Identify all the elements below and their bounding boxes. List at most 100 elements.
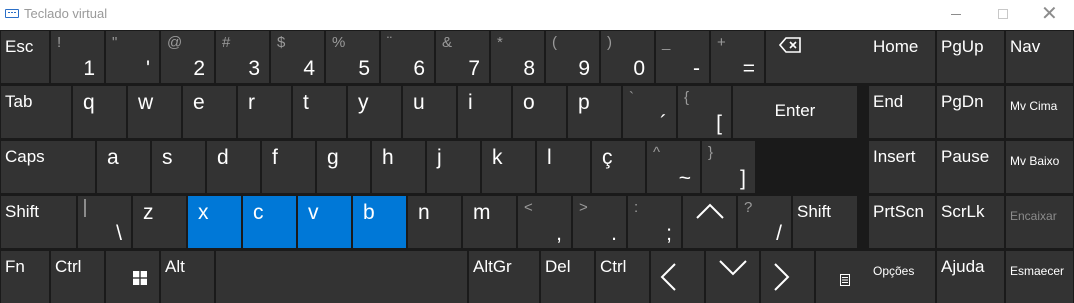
key-m[interactable]: m [463, 196, 516, 248]
key-u[interactable]: u [403, 86, 456, 138]
key-g[interactable]: g [317, 141, 370, 193]
close-button[interactable]: ✕ [1026, 0, 1072, 30]
key-altgr[interactable]: AltGr [469, 251, 539, 303]
key-label: a [107, 146, 119, 169]
key-esc[interactable]: Esc [1, 31, 49, 83]
key-tab[interactable]: Tab [1, 86, 71, 138]
backspace-icon [778, 37, 801, 58]
key-1[interactable]: ! 1 [51, 31, 104, 83]
key-ctrl[interactable]: Ctrl [51, 251, 104, 303]
key-semicolon[interactable]: :; [628, 196, 681, 248]
key-0[interactable]: ) 0 [601, 31, 654, 83]
key-enter[interactable]: Enter [733, 86, 857, 138]
minimize-button[interactable] [934, 0, 980, 30]
key-2[interactable]: @2 [161, 31, 214, 83]
key-f[interactable]: f [262, 141, 315, 193]
key-label: Ctrl [600, 257, 627, 276]
key-5[interactable]: % 5 [326, 31, 379, 83]
key-c[interactable]: c [243, 196, 296, 248]
key-6[interactable]: ¨ 6 [381, 31, 434, 83]
key-shift-label: { [684, 89, 690, 106]
key-quote[interactable]: " ' [106, 31, 159, 83]
key-space[interactable] [216, 251, 467, 303]
key-ajuda[interactable]: Ajuda [937, 251, 1004, 303]
key-p[interactable]: p [568, 86, 621, 138]
key-down[interactable] [706, 251, 759, 303]
key-backspace[interactable] [766, 31, 869, 83]
key-shift-bar [84, 199, 86, 217]
key-i[interactable]: i [458, 86, 511, 138]
key-r[interactable]: r [238, 86, 291, 138]
key-shift-label: @ [167, 34, 183, 51]
key-bracketleft[interactable]: {[ [678, 86, 731, 138]
key-main-label: 7 [468, 57, 480, 80]
key-y[interactable]: y [348, 86, 401, 138]
key-mvcima[interactable]: Mv Cima [1006, 86, 1073, 138]
key-nav[interactable]: Nav [1006, 31, 1073, 83]
key-o[interactable]: o [513, 86, 566, 138]
key-slash[interactable]: ? / [738, 196, 791, 248]
key-fn[interactable]: Fn [1, 251, 49, 303]
key-backslash[interactable]: |\ [78, 196, 131, 248]
key-period[interactable]: >. [573, 196, 626, 248]
maximize-button[interactable] [980, 0, 1026, 30]
key-h[interactable]: h [372, 141, 425, 193]
key-home[interactable]: Home [869, 31, 935, 83]
windows-logo-icon [133, 271, 147, 290]
key-b[interactable]: b [353, 196, 406, 248]
key-insert[interactable]: Insert [869, 141, 935, 193]
key-mvbaixo[interactable]: Mv Baixo [1006, 141, 1073, 193]
key-tilde[interactable]: ^ ~ [647, 141, 700, 193]
key-l[interactable]: l [537, 141, 590, 193]
key-left[interactable] [651, 251, 704, 303]
key-t[interactable]: t [293, 86, 346, 138]
key-equals[interactable]: + = [711, 31, 764, 83]
key-shift-label: : [634, 199, 639, 216]
key-label: PrtScn [873, 202, 925, 221]
key-z[interactable]: z [133, 196, 186, 248]
key-x[interactable]: x [188, 196, 241, 248]
key-esmaecer[interactable]: Esmaecer [1006, 251, 1073, 303]
key-w[interactable]: w [128, 86, 181, 138]
key-up[interactable] [683, 196, 736, 248]
key-d[interactable]: d [207, 141, 260, 193]
key-opcoes[interactable]: Opções [869, 251, 935, 303]
key-j[interactable]: j [427, 141, 480, 193]
key-s[interactable]: s [152, 141, 205, 193]
key-pgup[interactable]: PgUp [937, 31, 1004, 83]
key-3[interactable]: #3 [216, 31, 269, 83]
arrow-left-icon [659, 262, 677, 297]
key-label: Shift [5, 202, 40, 221]
key-lshift[interactable]: Shift [1, 196, 76, 248]
key-shift-label: ¨ [387, 34, 392, 51]
key-del[interactable]: Del [541, 251, 594, 303]
key-rshift[interactable]: Shift [793, 196, 857, 248]
key-pause[interactable]: Pause [937, 141, 1004, 193]
key-v[interactable]: v [298, 196, 351, 248]
key-right[interactable] [761, 251, 814, 303]
key-pgdn[interactable]: PgDn [937, 86, 1004, 138]
key-scrlk[interactable]: ScrLk [937, 196, 1004, 248]
key-bracketright[interactable]: }] [702, 141, 755, 193]
key-win[interactable] [106, 251, 159, 303]
key-n[interactable]: n [408, 196, 461, 248]
key-main-label: 6 [413, 57, 425, 80]
key-8[interactable]: * 8 [491, 31, 544, 83]
key-caps[interactable]: Caps [1, 141, 95, 193]
key-7[interactable]: & 7 [436, 31, 489, 83]
key-alt[interactable]: Alt [161, 251, 214, 303]
key-acute[interactable]: ` ´ [623, 86, 676, 138]
key-a[interactable]: a [97, 141, 150, 193]
key-k[interactable]: k [482, 141, 535, 193]
key-label: v [308, 201, 319, 224]
key-cedilla[interactable]: ç [592, 141, 645, 193]
key-e[interactable]: e [183, 86, 236, 138]
key-4[interactable]: $4 [271, 31, 324, 83]
key-end[interactable]: End [869, 86, 935, 138]
key-prtscn[interactable]: PrtScn [869, 196, 935, 248]
key-q[interactable]: q [73, 86, 126, 138]
key-rctrl[interactable]: Ctrl [596, 251, 649, 303]
key-9[interactable]: (9 [546, 31, 599, 83]
key-minus[interactable]: _ - [656, 31, 709, 83]
key-comma[interactable]: <, [518, 196, 571, 248]
